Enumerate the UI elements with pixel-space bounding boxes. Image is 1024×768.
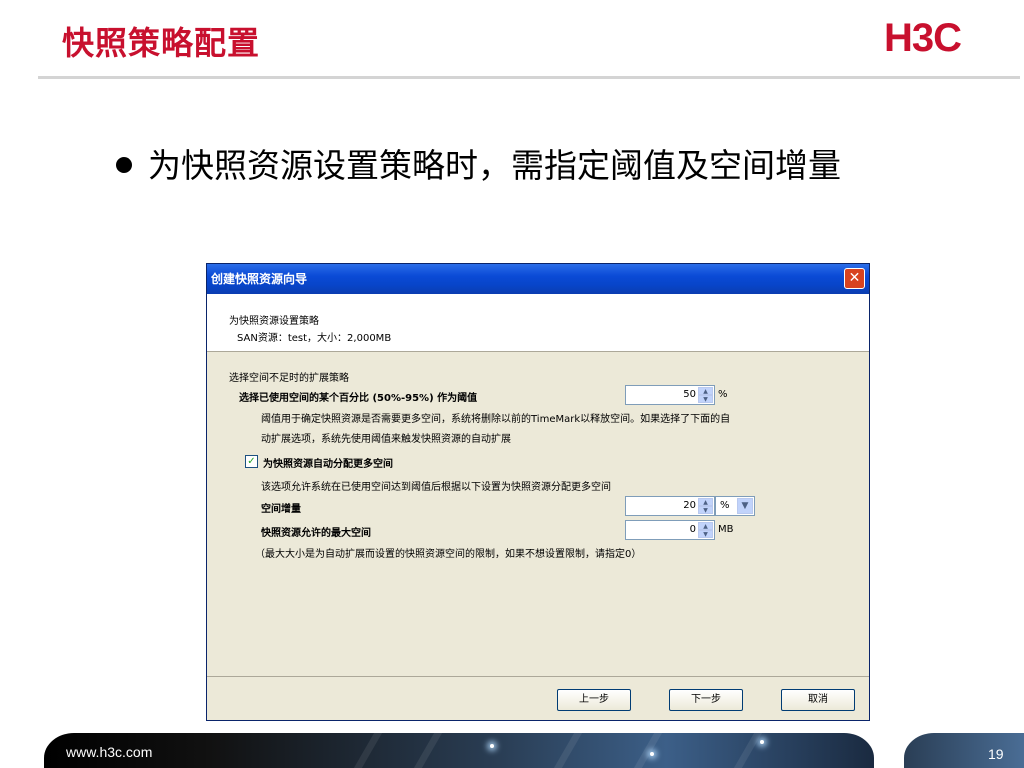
max-space-unit: MB [718, 524, 734, 535]
check-icon: ✓ [247, 456, 256, 467]
footer-bar [44, 733, 874, 768]
title-divider [38, 76, 1020, 79]
threshold-up-arrow-icon[interactable]: ▲ [698, 387, 713, 395]
max-space-up-arrow-icon[interactable]: ▲ [698, 522, 713, 530]
sparkle-decoration [760, 740, 764, 744]
snapshot-wizard-dialog: 创建快照资源向导 ✕ 为快照资源设置策略 SAN资源：test，大小：2,000… [206, 263, 870, 721]
auto-expand-label[interactable]: 为快照资源自动分配更多空间 [263, 455, 393, 470]
threshold-description-1: 阈值用于确定快照资源是否需要更多空间，系统将删除以前的TimeMark以释放空间… [261, 414, 731, 425]
max-space-down-arrow-icon[interactable]: ▼ [698, 530, 713, 538]
increment-down-arrow-icon[interactable]: ▼ [698, 506, 713, 514]
max-space-label: 快照资源允许的最大空间 [261, 528, 371, 539]
threshold-value: 50 [683, 389, 696, 400]
chevron-down-icon[interactable]: ▼ [737, 498, 753, 514]
close-icon: ✕ [848, 270, 861, 286]
increment-unit-select[interactable]: % ▼ [715, 496, 755, 516]
bullet-icon [116, 157, 132, 173]
max-space-stepper[interactable]: 0 ▲ ▼ [625, 520, 715, 540]
section-label: 选择空间不足时的扩展策略 [229, 373, 349, 384]
increment-unit-value: % [720, 500, 730, 511]
h3c-logo: H3C [884, 16, 962, 60]
footer-url: www.h3c.com [66, 744, 153, 760]
footer-right-panel [904, 733, 1024, 768]
bullet-text: 为快照资源设置策略时，需指定阈值及空间增量 [148, 146, 841, 185]
auto-expand-checkbox[interactable]: ✓ [245, 455, 258, 468]
dialog-titlebar[interactable]: 创建快照资源向导 ✕ [207, 264, 869, 294]
auto-expand-description: 该选项允许系统在已使用空间达到阈值后根据以下设置为快照资源分配更多空间 [261, 482, 611, 493]
next-button[interactable]: 下一步 [669, 689, 743, 711]
footer-divider [207, 676, 869, 677]
threshold-stepper[interactable]: 50 ▲ ▼ [625, 385, 715, 405]
slide-title: 快照策略配置 [62, 24, 261, 62]
threshold-label: 选择已使用空间的某个百分比 (50%-95%) 作为阈值 [239, 393, 478, 404]
threshold-description-2: 动扩展选项，系统先使用阈值来触发快照资源的自动扩展 [261, 434, 511, 445]
dialog-title: 创建快照资源向导 [211, 272, 308, 286]
close-button[interactable]: ✕ [844, 268, 865, 289]
page-number: 19 [988, 746, 1004, 762]
sparkle-decoration [650, 752, 654, 756]
increment-label: 空间增量 [261, 504, 301, 515]
increment-value: 20 [683, 500, 696, 511]
wizard-step-subtitle: SAN资源：test，大小：2,000MB [237, 333, 392, 344]
prev-button[interactable]: 上一步 [557, 689, 631, 711]
increment-up-arrow-icon[interactable]: ▲ [698, 498, 713, 506]
sparkle-decoration [490, 744, 494, 748]
threshold-unit: % [718, 389, 728, 400]
max-space-value: 0 [689, 524, 696, 535]
increment-stepper[interactable]: 20 ▲ ▼ [625, 496, 715, 516]
threshold-down-arrow-icon[interactable]: ▼ [698, 395, 713, 403]
wizard-header: 为快照资源设置策略 SAN资源：test，大小：2,000MB [207, 294, 869, 352]
wizard-step-title: 为快照资源设置策略 [229, 316, 319, 327]
cancel-button[interactable]: 取消 [781, 689, 855, 711]
max-space-note: （最大大小是为自动扩展而设置的快照资源空间的限制，如果不想设置限制，请指定0） [255, 549, 642, 560]
